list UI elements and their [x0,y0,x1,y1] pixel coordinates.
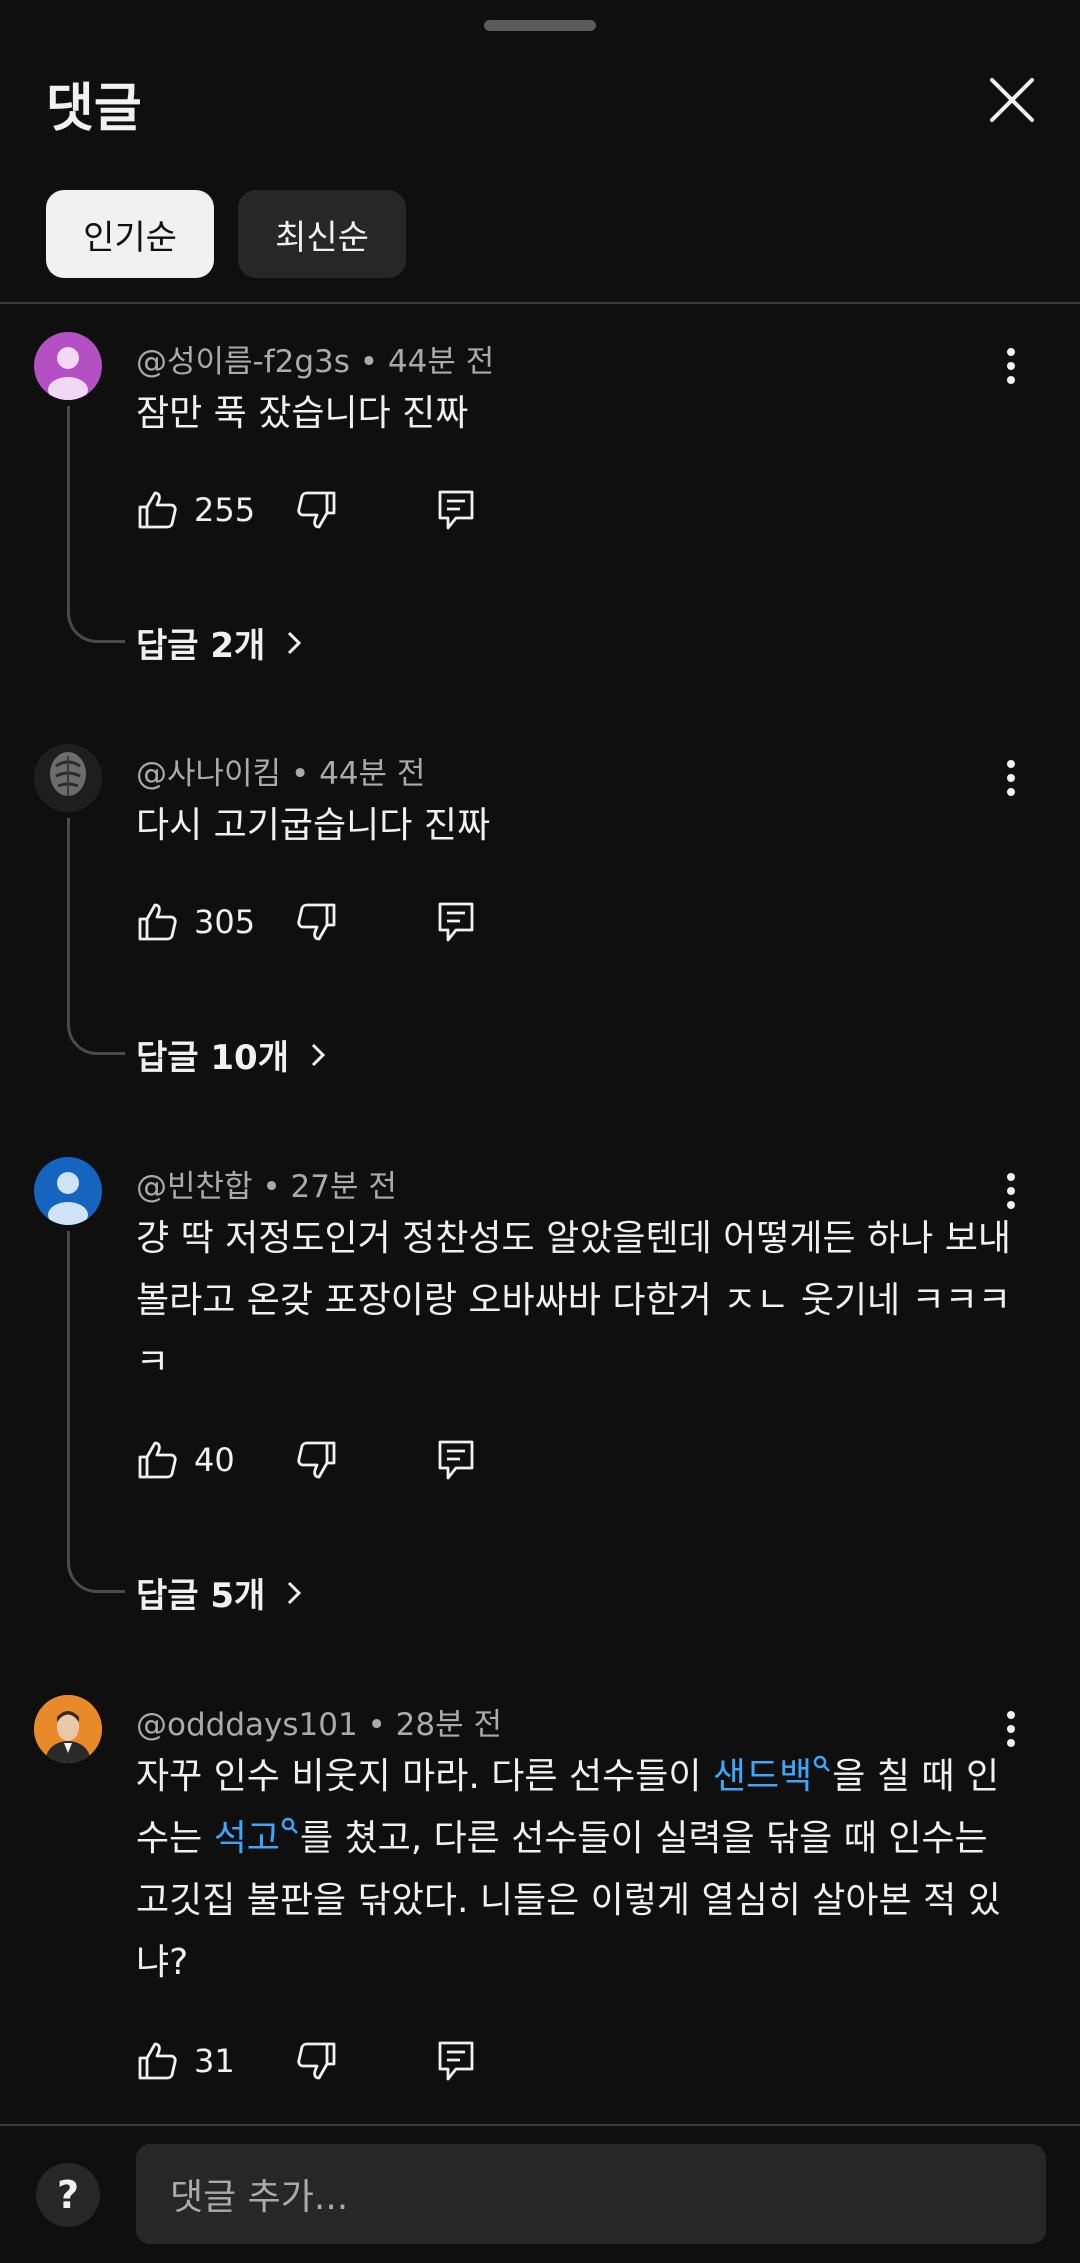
default-avatar-icon [48,347,88,400]
comment-time: • 27분 전 [262,1169,397,1205]
dislike-icon [297,491,336,529]
chevron-right-icon [311,1043,326,1066]
comment-actions: 255 [136,480,536,540]
dislike-button[interactable] [294,1430,338,1490]
dislike-button[interactable] [294,892,338,952]
profile-photo-icon [34,744,102,812]
comment-author[interactable]: @사나이킴 [136,756,281,792]
like-icon [138,903,177,941]
reply-icon [438,490,474,530]
help-button[interactable]: ? [36,2163,100,2227]
like-button[interactable]: 255 [136,480,255,540]
like-count: 31 [194,2042,235,2080]
divider [0,302,1080,304]
page-title: 댓글 [46,79,142,139]
like-icon [138,491,177,529]
like-button[interactable]: 40 [136,1430,235,1490]
like-count: 305 [194,903,256,941]
like-count: 40 [194,1441,235,1479]
reply-icon [438,902,474,942]
default-avatar-icon [48,1172,88,1225]
thread-line [67,406,125,643]
comment-actions: 31 [136,2031,536,2091]
thread-line [67,1231,125,1593]
like-button[interactable]: 305 [136,892,255,952]
comment-meta: @사나이킴 • 44분 전 [136,748,425,793]
comment-author[interactable]: @odddays101 [136,1707,358,1743]
thread-line [67,818,125,1055]
comment-actions: 40 [136,1430,536,1490]
comment-text: 자꾸 인수 비웃지 마라. 다른 선수들이 샌드백 을 칠 때 인수는 석고 를 쳤… [136,1746,1016,1994]
profile-photo-icon [34,1695,102,1763]
drag-handle[interactable] [484,20,596,31]
reply-button[interactable] [436,480,476,540]
dislike-button[interactable] [294,480,338,540]
chevron-right-icon [288,631,302,654]
comment-time: • 44분 전 [359,344,495,380]
like-count: 255 [194,491,256,529]
avatar[interactable] [34,1695,102,1763]
comment-actions: 305 [136,892,536,952]
comment-text: 다시 고기굽습니다 진짜 [136,805,491,846]
comment-meta: @odddays101 • 28분 전 [136,1699,502,1744]
view-replies-button[interactable]: 답글 2개 [136,618,309,667]
replies-label: 답글 5개 [136,1576,266,1616]
help-icon: ? [56,2173,80,2217]
reply-button[interactable] [436,2031,476,2091]
comment-author[interactable]: @성이름-f2g3s [136,344,350,380]
comment-input[interactable]: 댓글 추가... [136,2144,1046,2244]
comment-input-placeholder: 댓글 추가... [170,2177,349,2218]
sort-popular-chip[interactable]: 인기순 [46,190,214,278]
view-replies-button[interactable]: 답글 10개 [136,1030,333,1079]
comment-meta: @빈찬합 • 27분 전 [136,1161,397,1206]
search-link-label: 샌드백 [712,1756,813,1797]
search-link[interactable]: 샌드백 [712,1755,832,1797]
sort-latest-chip[interactable]: 최신순 [238,190,406,278]
replies-label: 답글 2개 [136,626,266,666]
comment-meta: @성이름-f2g3s • 44분 전 [136,336,494,381]
reply-button[interactable] [436,892,476,952]
search-link-icon [814,1755,831,1772]
close-icon[interactable] [984,72,1040,128]
dislike-icon [297,2042,336,2080]
comment-time: • 28분 전 [367,1707,503,1743]
search-link[interactable]: 석고 [213,1817,300,1859]
dislike-button[interactable] [294,2031,338,2091]
reply-icon [438,2041,474,2081]
replies-label: 답글 10개 [136,1038,289,1078]
chevron-right-icon [288,1581,302,1604]
comment-time: • 44분 전 [290,756,426,792]
view-replies-button[interactable]: 답글 5개 [136,1568,309,1617]
avatar[interactable] [34,744,102,812]
comment-text-part: 자꾸 인수 비웃지 마라. 다른 선수들이 [136,1756,713,1797]
dislike-icon [297,1441,336,1479]
like-button[interactable]: 31 [136,2031,235,2091]
dislike-icon [297,903,336,941]
comment-author[interactable]: @빈찬합 [136,1169,253,1205]
reply-icon [438,1440,474,1480]
reply-button[interactable] [436,1430,476,1490]
comment-input-bar: ? 댓글 추가... [0,2126,1080,2263]
search-link-icon [281,1817,298,1834]
search-link-label: 석고 [213,1818,280,1859]
comment-text: 걍 딱 저정도인거 정찬성도 알았을텐데 어떻게든 하나 보내볼라고 온갖 포장… [136,1218,1011,1383]
avatar[interactable] [34,332,102,400]
avatar[interactable] [34,1157,102,1225]
comment-text: 잠만 푹 잤습니다 진짜 [136,393,469,434]
like-icon [138,1441,177,1479]
like-icon [138,2042,177,2080]
